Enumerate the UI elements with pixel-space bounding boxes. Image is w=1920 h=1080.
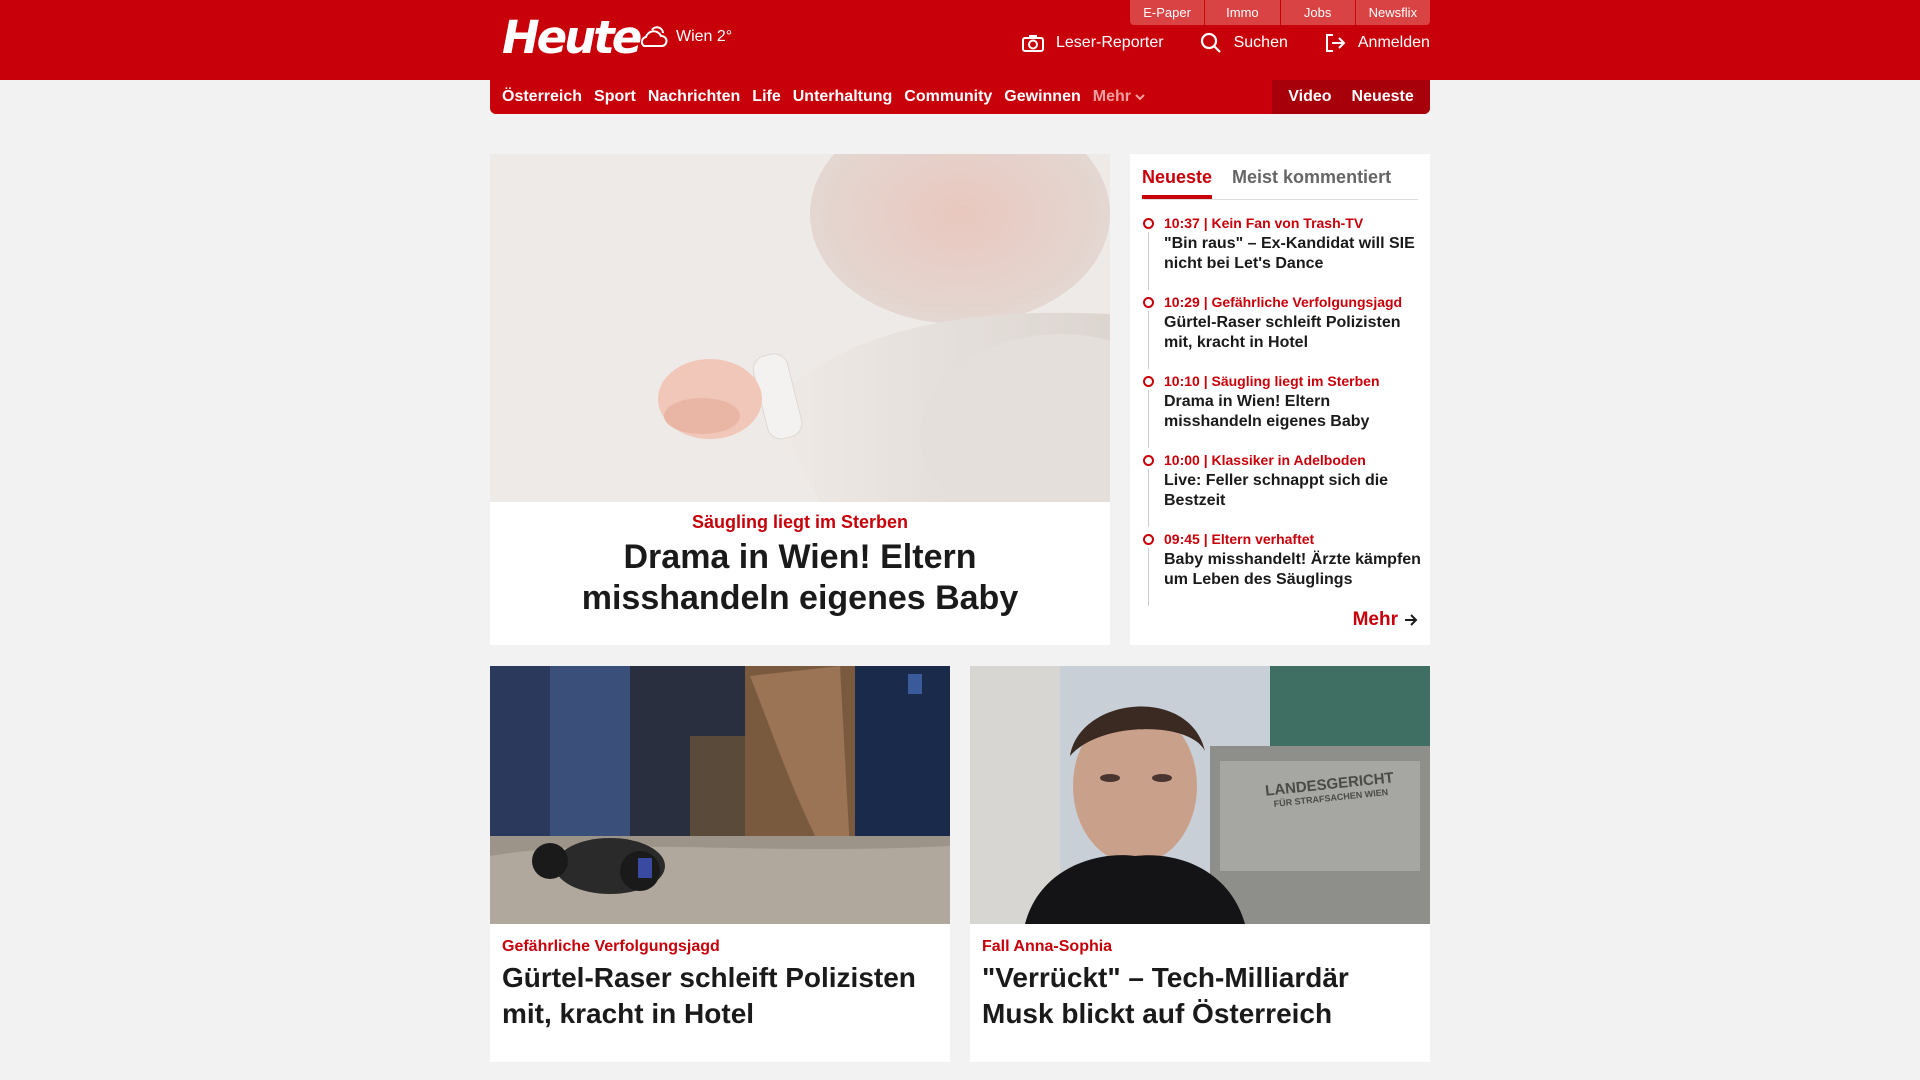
nav-item-gewinnen[interactable]: Gewinnen xyxy=(1004,88,1080,106)
header-actions: Leser-Reporter Suchen Anmelden xyxy=(1022,32,1430,54)
nav-item-oesterreich[interactable]: Österreich xyxy=(502,88,582,106)
timeline-line xyxy=(1148,390,1149,448)
site-header: E-Paper Immo Jobs Newsflix Heute Wien 2°… xyxy=(0,0,1920,80)
nav-more-label: Mehr xyxy=(1092,88,1131,105)
timeline-dot xyxy=(1143,376,1154,387)
timeline-dot xyxy=(1143,297,1154,308)
arrow-right-icon xyxy=(1405,614,1418,626)
nav-right: Video Neueste xyxy=(1272,80,1430,114)
news-timeline: 10:37 | Kein Fan von Trash-TV "Bin raus"… xyxy=(1142,214,1422,609)
chevron-down-icon xyxy=(1135,94,1145,101)
search-label: Suchen xyxy=(1233,34,1288,51)
hero-image[interactable] xyxy=(490,154,1110,502)
leser-reporter-label: Leser-Reporter xyxy=(1056,34,1164,51)
weather-location: Wien 2° xyxy=(676,28,733,45)
tab-meist-kommentiert[interactable]: Meist kommentiert xyxy=(1232,162,1391,199)
nav-neueste-link[interactable]: Neueste xyxy=(1352,88,1414,106)
nav-item-community[interactable]: Community xyxy=(904,88,992,106)
login-button[interactable]: Anmelden xyxy=(1324,33,1430,53)
hero-article[interactable]: Säugling liegt im Sterben Drama in Wien!… xyxy=(490,154,1110,645)
search-button[interactable]: Suchen xyxy=(1200,32,1288,54)
timeline-title[interactable]: Live: Feller schnappt sich die Bestzeit xyxy=(1164,471,1422,511)
article-card[interactable]: LANDESGERICHT FÜR STRAFSACHEN WIEN Fall … xyxy=(970,666,1430,1062)
site-logo[interactable]: Heute xyxy=(502,10,642,65)
top-link-epaper[interactable]: E-Paper xyxy=(1130,0,1206,25)
hero-kicker: Säugling liegt im Sterben xyxy=(691,512,909,532)
timeline-meta: 10:00 | Klassiker in Adelboden xyxy=(1164,452,1366,468)
top-link-newsflix[interactable]: Newsflix xyxy=(1355,0,1430,25)
timeline-line xyxy=(1148,311,1149,369)
crash-scene-photo xyxy=(490,666,950,924)
main-nav: Österreich Sport Nachrichten Life Unterh… xyxy=(490,80,1430,114)
search-icon xyxy=(1200,32,1221,53)
cloud-sun-icon xyxy=(640,26,668,47)
timeline-meta: 10:29 | Gefährliche Verfolgungsjagd xyxy=(1164,294,1403,310)
timeline-meta: 09:45 | Eltern verhaftet xyxy=(1164,531,1315,547)
card-image[interactable]: LANDESGERICHT FÜR STRAFSACHEN WIEN xyxy=(970,666,1430,924)
timeline-item[interactable]: 10:29 | Gefährliche Verfolgungsjagd Gürt… xyxy=(1142,293,1422,372)
nav-item-nachrichten[interactable]: Nachrichten xyxy=(648,88,740,106)
nav-video-link[interactable]: Video xyxy=(1288,88,1331,106)
sidebar-more-label: Mehr xyxy=(1352,609,1398,630)
timeline-title[interactable]: Gürtel-Raser schleift Polizisten mit, kr… xyxy=(1164,313,1422,353)
card-title[interactable]: "Verrückt" – Tech-Milliardär Musk blickt… xyxy=(982,960,1418,1032)
top-link-jobs[interactable]: Jobs xyxy=(1280,0,1356,25)
sidebar-more-link[interactable]: Mehr xyxy=(1353,609,1418,631)
timeline-line xyxy=(1148,232,1149,290)
news-sidebar: Neueste Meist kommentiert 10:37 | Kein F… xyxy=(1130,154,1430,645)
hero-title[interactable]: Drama in Wien! Eltern misshandeln eigene… xyxy=(530,537,1070,619)
timeline-dot xyxy=(1143,218,1154,229)
timeline-title[interactable]: Baby misshandelt! Ärzte kämpfen um Leben… xyxy=(1164,550,1422,590)
nav-item-sport[interactable]: Sport xyxy=(594,88,636,106)
tab-neueste[interactable]: Neueste xyxy=(1142,162,1213,199)
nav-item-life[interactable]: Life xyxy=(752,88,780,106)
article-card[interactable]: Gefährliche Verfolgungsjagd Gürtel-Raser… xyxy=(490,666,950,1062)
timeline-item[interactable]: 10:37 | Kein Fan von Trash-TV "Bin raus"… xyxy=(1142,214,1422,293)
timeline-title[interactable]: "Bin raus" – Ex-Kandidat will SIE nicht … xyxy=(1164,234,1422,274)
nav-more-dropdown[interactable]: Mehr xyxy=(1093,88,1145,106)
nav-items: Österreich Sport Nachrichten Life Unterh… xyxy=(502,80,1157,114)
sidebar-tabs: Neueste Meist kommentiert xyxy=(1142,162,1418,200)
timeline-dot xyxy=(1143,534,1154,545)
nav-item-unterhaltung[interactable]: Unterhaltung xyxy=(793,88,893,106)
timeline-dot xyxy=(1143,455,1154,466)
timeline-line xyxy=(1148,548,1149,606)
timeline-item[interactable]: 10:00 | Klassiker in Adelboden Live: Fel… xyxy=(1142,451,1422,530)
card-kicker: Gefährliche Verfolgungsjagd xyxy=(502,938,720,955)
login-label: Anmelden xyxy=(1357,34,1430,51)
timeline-title[interactable]: Drama in Wien! Eltern misshandeln eigene… xyxy=(1164,392,1422,432)
baby-photo xyxy=(490,154,1110,502)
timeline-line xyxy=(1148,469,1149,527)
timeline-meta: 10:10 | Säugling liegt im Sterben xyxy=(1164,373,1380,389)
login-icon xyxy=(1325,34,1346,52)
weather-widget[interactable]: Wien 2° xyxy=(638,24,732,50)
top-links: E-Paper Immo Jobs Newsflix xyxy=(1130,0,1430,25)
card-kicker: Fall Anna-Sophia xyxy=(982,938,1113,955)
top-link-immo[interactable]: Immo xyxy=(1205,0,1281,25)
timeline-item[interactable]: 09:45 | Eltern verhaftet Baby misshandel… xyxy=(1142,530,1422,609)
card-image[interactable] xyxy=(490,666,950,924)
timeline-item[interactable]: 10:10 | Säugling liegt im Sterben Drama … xyxy=(1142,372,1422,451)
leser-reporter-button[interactable]: Leser-Reporter xyxy=(1022,34,1164,52)
camera-icon xyxy=(1022,35,1044,52)
card-title[interactable]: Gürtel-Raser schleift Polizisten mit, kr… xyxy=(502,960,938,1032)
timeline-meta: 10:37 | Kein Fan von Trash-TV xyxy=(1164,215,1364,231)
